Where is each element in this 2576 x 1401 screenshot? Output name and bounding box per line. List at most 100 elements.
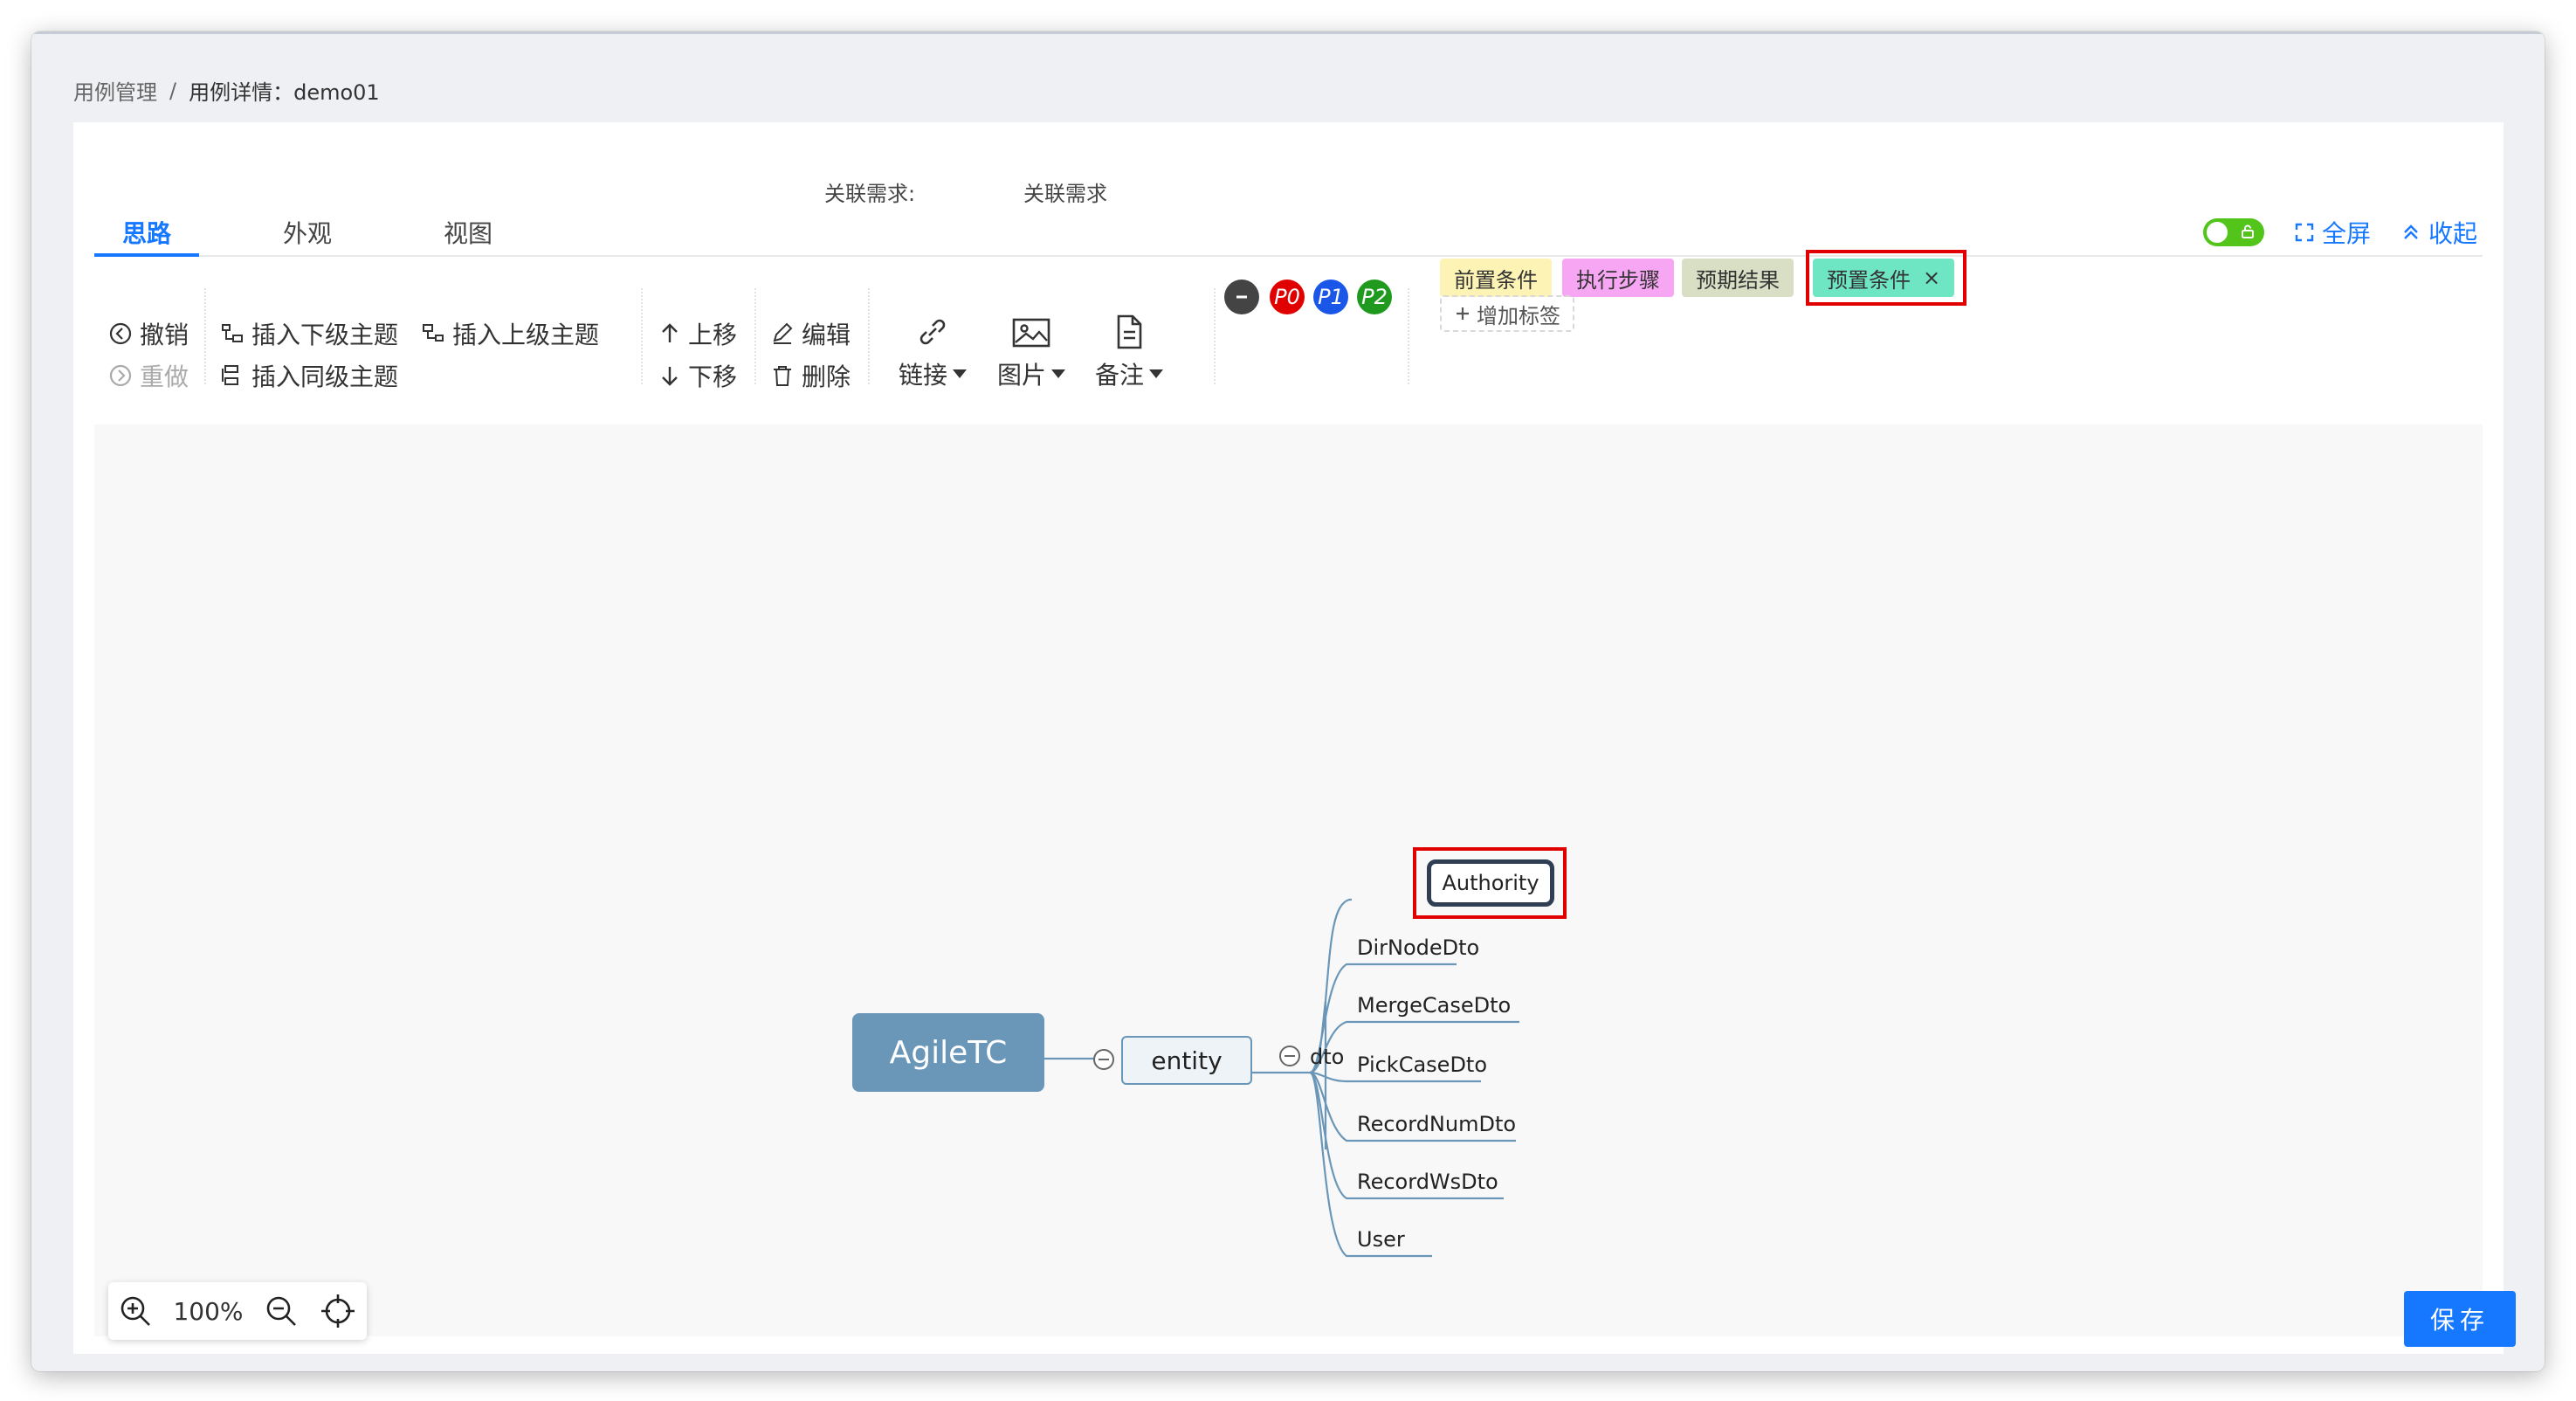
arrow-down-icon [662, 367, 678, 386]
window-topline [31, 31, 2545, 34]
delete-button[interactable]: 删除 [770, 358, 851, 393]
document-icon [1117, 314, 1142, 349]
zoom-controls: 100% [108, 1282, 367, 1340]
lock-icon [2241, 224, 2254, 238]
toolbar-divider [1214, 288, 1216, 384]
priority-p2[interactable]: P2 [1357, 280, 1392, 314]
priority-p0[interactable]: P0 [1270, 280, 1305, 314]
tag-steps[interactable]: 执行步骤 [1562, 259, 1674, 297]
insert-child-label: 插入下级主题 [251, 321, 399, 349]
breadcrumb-current: 用例详情：demo01 [189, 80, 380, 105]
zoom-out-icon[interactable] [264, 1294, 299, 1329]
move-up-label: 上移 [688, 321, 738, 349]
pencil-icon [773, 322, 793, 344]
tab-mindmap[interactable]: 思路 [122, 215, 171, 250]
node-label: RecordNumDto [1357, 1112, 1517, 1136]
link-menu[interactable]: 链接 [899, 313, 968, 391]
mindmap-node-dirnodedto[interactable]: DirNodeDto [1357, 933, 1514, 963]
insert-sibling-button[interactable]: 插入同级主题 [220, 358, 398, 393]
tag-expected[interactable]: 预期结果 [1682, 259, 1794, 297]
collapse-entity-icon[interactable] [1091, 1046, 1117, 1073]
node-label: PickCaseDto [1357, 1052, 1488, 1077]
mindmap-entity-node[interactable]: entity [1121, 1036, 1252, 1085]
lock-toggle[interactable] [2202, 218, 2264, 246]
undo-icon [109, 322, 132, 345]
link-icon [920, 319, 946, 345]
insert-parent-button[interactable]: 插入上级主题 [421, 316, 599, 351]
redo-label: 重做 [140, 362, 189, 391]
fullscreen-label: 全屏 [2321, 219, 2371, 248]
mindmap-node-user[interactable]: User [1357, 1225, 1444, 1254]
insert-child-button[interactable]: 插入下级主题 [220, 316, 398, 351]
caret-down-icon [953, 369, 968, 378]
insert-parent-icon [423, 324, 444, 342]
plus-icon [1457, 307, 1469, 320]
image-menu[interactable]: 图片 [997, 313, 1066, 391]
dto-node-label: dto [1310, 1045, 1345, 1069]
add-tag-button[interactable]: 增加标签 [1440, 295, 1574, 332]
delete-label: 删除 [802, 362, 851, 391]
edit-label: 编辑 [802, 321, 851, 349]
caret-down-icon [1051, 369, 1066, 378]
expand-icon [2295, 223, 2314, 242]
tag-label: 预期结果 [1696, 267, 1780, 293]
insert-sibling-label: 插入同级主题 [251, 362, 399, 391]
breadcrumb: 用例管理 / 用例详情：demo01 [73, 75, 380, 106]
breadcrumb-parent[interactable]: 用例管理 [73, 75, 157, 106]
remove-priority-button[interactable] [1224, 280, 1259, 314]
tag-precondition[interactable]: 前置条件 [1440, 259, 1552, 297]
node-label: RecordWsDto [1357, 1170, 1498, 1194]
image-label: 图片 [997, 361, 1047, 390]
move-down-button[interactable]: 下移 [658, 358, 737, 393]
toolbar-divider [868, 288, 870, 384]
mindmap-canvas[interactable]: AgileTC entity dto Authority DirNodeDto … [94, 424, 2483, 1340]
redo-button[interactable]: 重做 [108, 358, 189, 393]
tag-label: 前置条件 [1454, 267, 1538, 293]
edit-button[interactable]: 编辑 [770, 316, 851, 351]
priority-p1-label: P1 [1318, 285, 1344, 309]
mindmap-node-mergecasedto[interactable]: MergeCaseDto [1357, 990, 1532, 1020]
undo-label: 撤销 [140, 321, 189, 349]
collapse-button[interactable]: 收起 [2400, 215, 2477, 250]
locate-center-icon[interactable] [319, 1292, 357, 1330]
tab-view[interactable]: 视图 [444, 215, 492, 250]
tab-appearance[interactable]: 外观 [283, 215, 332, 250]
highlight-box [1806, 250, 1966, 306]
move-up-button[interactable]: 上移 [658, 316, 737, 351]
double-chevron-up-icon [2404, 224, 2418, 239]
collapse-dto-icon[interactable] [1277, 1043, 1303, 1069]
undo-button[interactable]: 撤销 [108, 316, 189, 351]
top-actions: 全屏 收起 [2202, 215, 2477, 250]
add-tag-label: 增加标签 [1477, 303, 1560, 328]
minus-icon [1236, 295, 1247, 299]
insert-child-icon [222, 324, 243, 342]
redo-icon [109, 364, 132, 387]
save-button[interactable]: 保存 [2404, 1291, 2516, 1347]
priority-p1[interactable]: P1 [1313, 280, 1348, 314]
note-label: 备注 [1095, 361, 1145, 390]
collapse-label: 收起 [2428, 219, 2477, 248]
image-icon [1012, 318, 1050, 348]
case-detail-card: 关联需求: 关联需求 思路 外观 视图 全屏 收起 撤销 重做 插入下级主题 插… [73, 122, 2516, 1354]
fullscreen-button[interactable]: 全屏 [2294, 215, 2371, 250]
insert-sibling-icon [222, 365, 238, 385]
arrow-up-icon [662, 323, 678, 342]
tab-active-underline [94, 253, 199, 257]
mindmap-dto-node[interactable]: dto [1310, 1039, 1362, 1074]
mindmap-node-recordwsdto[interactable]: RecordWsDto [1357, 1167, 1523, 1197]
link-label: 链接 [899, 361, 948, 390]
insert-parent-label: 插入上级主题 [452, 321, 600, 349]
priority-p0-label: P0 [1274, 285, 1300, 309]
trash-icon [774, 366, 791, 386]
node-label: User [1357, 1227, 1405, 1252]
priority-p2-label: P2 [1361, 285, 1388, 309]
breadcrumb-separator: / [169, 78, 177, 103]
mindmap-node-recordnumdto[interactable]: RecordNumDto [1357, 1109, 1532, 1139]
mindmap-root-node[interactable]: AgileTC [852, 1013, 1044, 1092]
node-label: MergeCaseDto [1357, 993, 1512, 1018]
zoom-in-icon[interactable] [118, 1294, 153, 1329]
caret-down-icon [1149, 369, 1164, 378]
note-menu[interactable]: 备注 [1095, 313, 1164, 391]
move-down-label: 下移 [688, 362, 738, 391]
mindmap-node-pickcasedto[interactable]: PickCaseDto [1357, 1050, 1514, 1080]
